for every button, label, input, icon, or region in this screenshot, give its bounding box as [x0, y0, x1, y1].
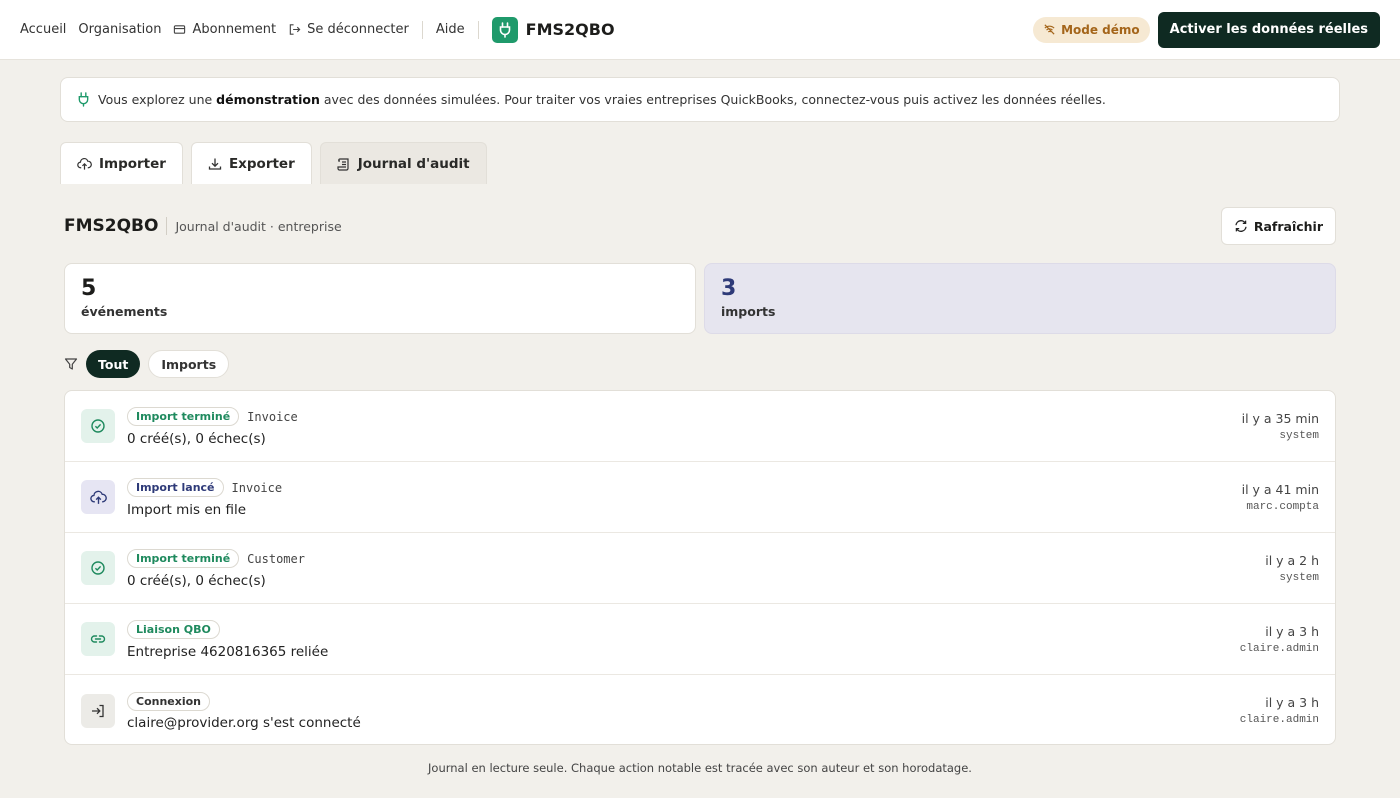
tab-import[interactable]: Importer: [60, 142, 183, 184]
credit-card-icon: [173, 23, 186, 36]
refresh-button[interactable]: Rafraîchir: [1220, 207, 1336, 245]
events-label: événements: [81, 304, 168, 319]
nav-subscription-label: Abonnement: [192, 22, 277, 37]
tab-export-label: Exporter: [228, 155, 295, 172]
event-user: claire.admin: [1239, 714, 1319, 726]
plug-icon: [491, 16, 518, 43]
login-icon: [81, 693, 115, 728]
tab-audit-log-label: Journal d'audit: [357, 155, 470, 172]
event-time: il y a 3 h: [1265, 695, 1319, 710]
upload-cloud-icon: [77, 157, 92, 171]
scroll-icon: [337, 157, 351, 171]
refresh-icon: [1234, 219, 1248, 233]
brand-name: FMS2QBO: [525, 20, 615, 39]
imports-count: 3: [721, 276, 737, 301]
table-row: Import lancé Invoice Import mis en file …: [65, 462, 1335, 533]
tab-bar: Importer Exporter Journal d'audit: [60, 142, 495, 184]
filter-bar: Tout Imports: [64, 350, 237, 378]
download-icon: [208, 157, 222, 171]
event-time: il y a 2 h: [1265, 552, 1319, 568]
title-divider: [166, 217, 168, 235]
event-type-badge: Connexion: [127, 691, 211, 711]
imports-label: imports: [721, 304, 776, 319]
event-type-badge: Import terminé: [127, 407, 240, 426]
event-description: Import mis en file: [127, 501, 247, 518]
table-row: Connexion claire@provider.org s'est conn…: [65, 675, 1335, 744]
nav-home-link[interactable]: Accueil: [20, 22, 66, 37]
event-type-badge: Import lancé: [127, 478, 224, 497]
refresh-label: Rafraîchir: [1253, 218, 1323, 234]
banner-text-suffix: avec des données simulées. Pour traiter …: [319, 92, 1106, 107]
tab-import-label: Importer: [99, 155, 166, 172]
page-title: FMS2QBO: [64, 216, 159, 236]
wifi-off-icon: [1043, 23, 1056, 36]
nav-help-link[interactable]: Aide: [436, 22, 465, 37]
nav-logout-link[interactable]: Se déconnecter: [288, 22, 409, 37]
tab-audit-log[interactable]: Journal d'audit: [319, 142, 487, 184]
nav-logout-label: Se déconnecter: [307, 22, 409, 37]
event-user: marc.compta: [1246, 500, 1319, 513]
event-description: Entreprise 4620816365 reliée: [127, 643, 329, 660]
audit-event-list: Import terminé Invoice 0 créé(s), 0 éche…: [64, 390, 1336, 745]
event-description: 0 créé(s), 0 échec(s): [127, 572, 266, 589]
event-description: 0 créé(s), 0 échec(s): [127, 430, 266, 447]
event-type-badge: Liaison QBO: [127, 620, 220, 639]
check-circle-icon: [81, 551, 115, 585]
event-time: il y a 3 h: [1265, 623, 1319, 639]
nav-divider: [421, 20, 423, 39]
event-time: il y a 35 min: [1241, 410, 1319, 426]
footer-note: Journal en lecture seule. Chaque action …: [428, 761, 972, 775]
filter-all-chip[interactable]: Tout: [86, 350, 141, 378]
table-row: Liaison QBO Entreprise 4620816365 reliée…: [65, 604, 1335, 675]
banner-text-bold: démonstration: [216, 92, 320, 107]
imports-stat-card: 3 imports: [704, 263, 1336, 334]
event-entity: Customer: [247, 551, 305, 566]
audit-header: FMS2QBO Journal d'audit · entreprise Raf…: [64, 207, 1336, 245]
event-user: claire.admin: [1239, 642, 1319, 655]
banner-text: Vous explorez une démonstration avec des…: [98, 92, 1106, 107]
activate-real-data-button[interactable]: Activer les données réelles: [1157, 11, 1380, 48]
event-time: il y a 41 min: [1241, 481, 1319, 497]
plug-icon: [77, 92, 90, 107]
event-type-badge: Import terminé: [127, 549, 240, 568]
page-subtitle: Journal d'audit · entreprise: [175, 218, 342, 234]
filter-imports-chip[interactable]: Imports: [148, 350, 230, 378]
nav-subscription-link[interactable]: Abonnement: [173, 22, 276, 37]
filter-icon: [64, 357, 78, 371]
banner-text-prefix: Vous explorez une: [98, 92, 217, 107]
event-user: system: [1279, 429, 1319, 442]
tab-export[interactable]: Exporter: [190, 142, 312, 184]
event-entity: Invoice: [247, 409, 298, 424]
demo-mode-label: Mode démo: [1061, 22, 1140, 37]
table-row: Import terminé Invoice 0 créé(s), 0 éche…: [65, 391, 1335, 462]
link-icon: [81, 622, 115, 656]
check-circle-icon: [81, 409, 115, 443]
events-count: 5: [81, 276, 97, 301]
demo-mode-badge: Mode démo: [1033, 16, 1150, 43]
event-description: claire@provider.org s'est connecté: [127, 715, 361, 731]
event-entity: Invoice: [231, 480, 283, 495]
brand[interactable]: FMS2QBO: [491, 16, 615, 43]
logout-icon: [288, 23, 301, 36]
nav-organisation-link[interactable]: Organisation: [78, 22, 161, 37]
top-navbar: Accueil Organisation Abonnement Se décon…: [0, 0, 1400, 60]
nav-divider: [477, 20, 479, 39]
table-row: Import terminé Customer 0 créé(s), 0 éch…: [65, 533, 1335, 604]
event-user: system: [1279, 571, 1319, 584]
demo-info-banner: Vous explorez une démonstration avec des…: [60, 77, 1340, 122]
events-stat-card: 5 événements: [64, 263, 696, 334]
upload-cloud-icon: [81, 480, 115, 514]
